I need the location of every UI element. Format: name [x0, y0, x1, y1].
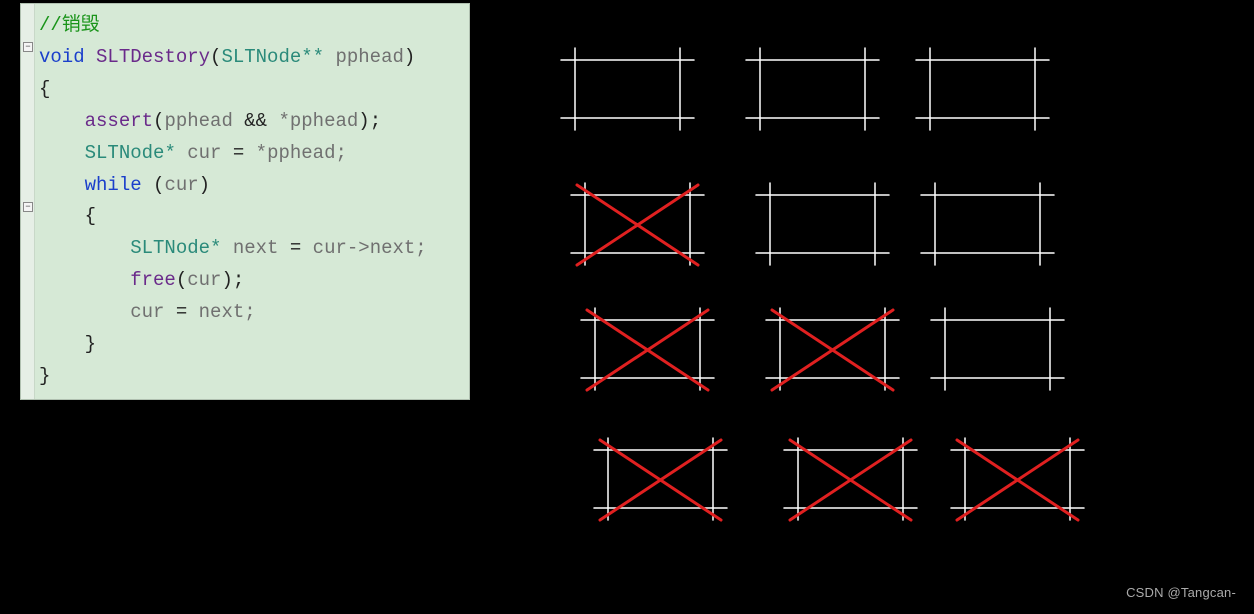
fold-icon: − [23, 202, 33, 212]
code-block: − − //销毁 void SLTDestory(SLTNode** pphea… [20, 3, 470, 400]
code-line: while (cur) [39, 170, 461, 202]
linked-list-diagram [480, 0, 1254, 614]
code-line: } [39, 361, 461, 393]
code-gutter: − − [21, 4, 35, 399]
watermark: CSDN @Tangcan- [1126, 585, 1236, 600]
code-line: free(cur); [39, 265, 461, 297]
code-line: { [39, 201, 461, 233]
code-line: SLTNode* cur = *pphead; [39, 138, 461, 170]
code-line: } [39, 329, 461, 361]
code-line: //销毁 [39, 10, 461, 42]
code-line: { [39, 74, 461, 106]
code-line: void SLTDestory(SLTNode** pphead) [39, 42, 461, 74]
code-line: cur = next; [39, 297, 461, 329]
code-line: assert(pphead && *pphead); [39, 106, 461, 138]
fold-icon: − [23, 42, 33, 52]
code-line: SLTNode* next = cur->next; [39, 233, 461, 265]
